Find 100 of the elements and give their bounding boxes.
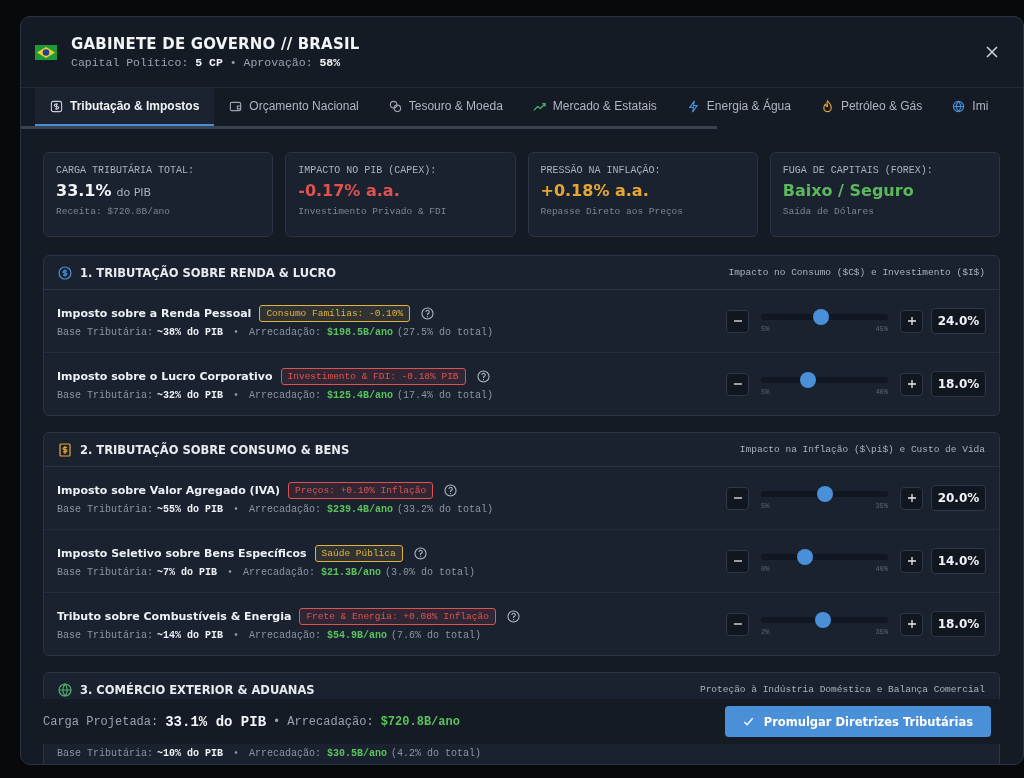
meta-value: ~32% do PIB [157,389,224,401]
meta-label: Arrecadação: [249,503,322,515]
globe-icon [58,682,72,697]
slider-thumb[interactable] [797,549,814,565]
dollar-square-icon [50,99,63,113]
tax-name: Tributo sobre Combustíveis & Energia [57,609,292,623]
increase-button[interactable] [900,612,923,636]
meta-label: Arrecadação: [249,326,322,338]
lightning-icon [686,99,700,113]
footer-value: 33.1% do PIB [165,713,267,730]
meta-value: ~55% do PIB [157,503,224,515]
revenue-value: $21.3B/ano [321,566,382,578]
section-title: 1. TRIBUTAÇÃO SOBRE RENDA & LUCRO [80,265,338,280]
help-icon[interactable] [421,306,435,320]
stat-note: Saída de Dólares [782,206,875,217]
slider-track[interactable] [761,549,888,565]
slider-thumb[interactable] [814,612,831,628]
tab[interactable]: Mercado & Estatais [517,88,672,126]
section-caption: Impacto no Consumo ($C$) e Investimento ($I$) [728,267,985,278]
separator-dot: • [233,629,240,641]
separator-dot: • [233,503,240,515]
slider-thumb[interactable] [816,486,833,502]
banknote-icon [58,442,72,457]
help-icon[interactable] [444,483,458,497]
revenue-share: (7.6% do total) [391,629,482,641]
wallet-icon [229,99,243,113]
meta-value: ~10% do PIB [157,747,224,759]
help-icon[interactable] [476,369,490,383]
stat-value: +0.18% a.a. [540,181,649,200]
tab[interactable]: Tributação & Impostos [35,88,215,126]
stat-value: Baixo / Seguro [782,181,914,200]
flame-icon [820,99,834,113]
decrease-button[interactable] [726,486,749,510]
revenue-value: $54.9B/ano [327,629,388,641]
stat-label: FUGA DE CAPITAIS (FOREX): [782,165,934,176]
plus-icon [906,316,917,326]
rate-value-field[interactable]: 18.0% [931,371,986,397]
tab[interactable]: Orçamento Nacional [214,88,374,126]
help-icon[interactable] [506,609,520,623]
scrollbar[interactable] [21,126,717,129]
stat-value: 33.1% [56,181,112,200]
meta-label: Arrecadação: [249,747,322,759]
decrease-button[interactable] [726,309,749,333]
separator-dot: • [233,326,240,338]
decrease-button[interactable] [726,549,749,573]
decrease-button[interactable] [726,372,749,396]
stat-label: PRESSÃO NA INFLAÇÃO: [540,165,662,176]
flag-icon [35,44,57,60]
separator-dot: • [273,714,281,729]
meta-label: Arrecadação: [243,566,316,578]
slider-track[interactable] [761,486,888,502]
revenue-value: $30.5B/ano [327,747,388,759]
revenue-share: (4.2% do total) [391,747,482,759]
slider-track[interactable] [761,309,888,325]
tax-name: Imposto Seletivo sobre Bens Específicos [57,546,307,560]
rate-value-field[interactable]: 24.0% [931,308,986,334]
stat-note: Investimento Privado & FDI [298,206,448,217]
meta-label: Arrecadação: [249,389,322,401]
increase-button[interactable] [900,372,923,396]
stat-note: Receita: $720.8B/ano [56,206,172,217]
plus-icon [906,379,917,389]
rate-value-field[interactable]: 18.0% [931,611,986,637]
separator-dot: • [227,566,234,578]
tab[interactable]: Imi [937,88,1004,126]
slider-thumb[interactable] [800,372,816,388]
slider-track[interactable] [761,372,888,388]
stat-label: CARGA TRIBUTÁRIA TOTAL: [56,165,196,176]
revenue-share: (17.4% do total) [397,389,494,401]
plus-icon [906,493,917,503]
slider-track[interactable] [761,612,888,628]
window-title: GABINETE DE GOVERNO // BRASIL [71,35,361,53]
footer-revenue: $720.8B/ano [380,714,461,729]
section-caption: Impacto na Inflação ($\pi$) e Custo de Vida [739,444,985,455]
section-caption: Proteção à Indústria Doméstica e Balança Comercial [699,684,985,695]
slider-thumb[interactable] [813,309,830,325]
check-icon [742,716,754,727]
footer-label: Arrecadação: [287,714,374,729]
impact-tag: Preços: +0.10% Inflação [288,481,434,499]
impact-tag: Saúde Pública [314,544,403,562]
section-title: 3. COMÉRCIO EXTERIOR & ADUANAS [80,682,316,697]
section-title: 2. TRIBUTAÇÃO SOBRE CONSUMO & BENS [80,442,351,457]
tab[interactable]: Petróleo & Gás [805,88,938,126]
globe-icon [952,99,966,113]
decrease-button[interactable] [726,612,749,636]
impact-tag: Investimento & FDI: -0.18% PIB [280,367,466,385]
revenue-share: (27.5% do total) [397,326,494,338]
increase-button[interactable] [900,486,923,510]
stat-note: Repasse Direto aos Preços [540,206,685,217]
rate-value-field[interactable]: 14.0% [931,548,986,574]
help-icon[interactable] [413,546,427,560]
tab[interactable]: Tesouro & Moeda [373,88,518,126]
stat-unit: do PIB [116,186,152,199]
increase-button[interactable] [900,309,923,333]
revenue-value: $125.4B/ano [327,389,394,401]
separator-dot: • [233,747,240,759]
increase-button[interactable] [900,549,923,573]
rate-value-field[interactable]: 20.0% [931,485,986,511]
tab[interactable]: Energia & Água [671,88,806,126]
meta-value: ~38% do PIB [157,326,224,338]
coins-icon [388,99,402,113]
